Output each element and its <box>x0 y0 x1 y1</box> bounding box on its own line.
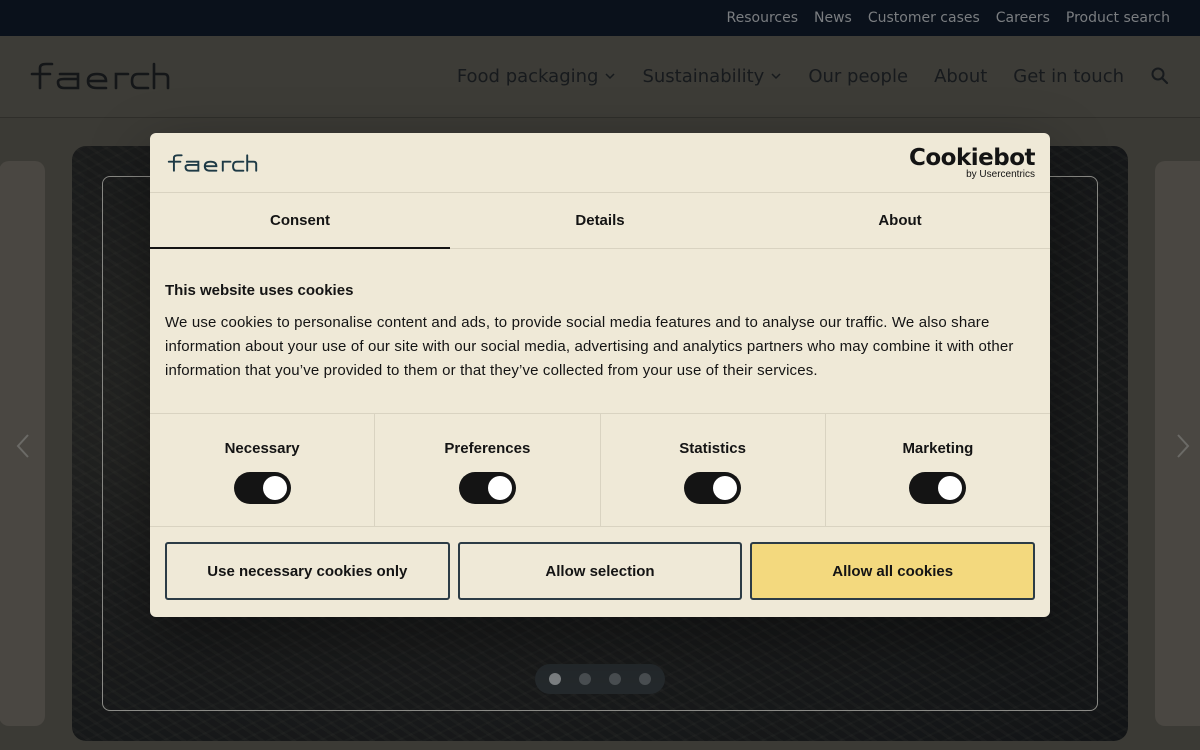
cookie-category-toggles: Necessary Preferences Statistics Marketi… <box>150 414 1050 527</box>
utility-link-customer-cases[interactable]: Customer cases <box>868 10 980 26</box>
dialog-header: Cookiebot by Usercentrics <box>150 133 1050 193</box>
cookie-consent-dialog: Cookiebot by Usercentrics Consent Detail… <box>150 133 1050 617</box>
consent-title: This website uses cookies <box>165 282 354 299</box>
use-necessary-only-button[interactable]: Use necessary cookies only <box>165 542 450 600</box>
chevron-down-icon <box>605 73 615 80</box>
cookiebot-brand[interactable]: Cookiebot by Usercentrics <box>908 145 1036 181</box>
utility-link-product-search[interactable]: Product search <box>1066 10 1170 26</box>
tab-consent[interactable]: Consent <box>150 193 450 249</box>
dialog-tabs: Consent Details About <box>150 193 1050 249</box>
carousel-dots <box>535 664 665 694</box>
statistics-toggle[interactable] <box>684 472 742 504</box>
top-utility-bar: Resources News Customer cases Careers Pr… <box>0 0 1200 36</box>
utility-link-careers[interactable]: Careers <box>996 10 1050 26</box>
toggle-necessary-group: Necessary <box>150 414 376 526</box>
utility-link-news[interactable]: News <box>814 10 852 26</box>
nav-label: Our people <box>808 65 909 87</box>
consent-body: This website uses cookies We use cookies… <box>150 249 1050 414</box>
carousel-dot-1[interactable] <box>549 673 561 685</box>
utility-link-resources[interactable]: Resources <box>727 10 799 26</box>
chevron-left-icon[interactable] <box>14 433 32 459</box>
nav-get-in-touch[interactable]: Get in touch <box>1013 66 1124 87</box>
tab-details[interactable]: Details <box>450 193 750 248</box>
toggle-knob <box>487 476 512 500</box>
toggle-knob <box>262 476 287 500</box>
nav-our-people[interactable]: Our people <box>808 66 908 87</box>
chevron-down-icon <box>771 73 781 80</box>
marketing-toggle[interactable] <box>909 472 967 504</box>
allow-all-cookies-button[interactable]: Allow all cookies <box>750 542 1036 600</box>
nav-label: Food packaging <box>456 65 599 87</box>
search-icon[interactable] <box>1150 66 1170 86</box>
nav-sustainability[interactable]: Sustainability <box>642 66 782 87</box>
site-header: Food packaging Sustainability Our people… <box>0 36 1200 118</box>
nav-about[interactable]: About <box>934 66 987 87</box>
toggle-label: Necessary <box>224 440 300 457</box>
toggle-marketing-group: Marketing <box>826 414 1050 526</box>
utility-links: Resources News Customer cases Careers Pr… <box>727 0 1171 36</box>
main-nav: Food packaging Sustainability Our people… <box>431 36 1170 116</box>
toggle-label: Marketing <box>902 440 974 457</box>
toggle-label: Preferences <box>444 440 531 457</box>
toggle-label: Statistics <box>679 440 746 457</box>
toggle-preferences-group: Preferences <box>375 414 601 526</box>
toggle-knob <box>938 476 963 500</box>
nav-label: Get in touch <box>1013 65 1124 87</box>
toggle-statistics-group: Statistics <box>601 414 826 526</box>
cookiebot-name: Cookiebot <box>908 145 1036 171</box>
consent-description: We use cookies to personalise content an… <box>165 314 1014 379</box>
carousel-dot-3[interactable] <box>609 673 621 685</box>
toggle-knob <box>713 476 738 500</box>
chevron-right-icon[interactable] <box>1174 433 1192 459</box>
tab-about[interactable]: About <box>750 193 1050 248</box>
nav-label: Sustainability <box>642 65 765 87</box>
necessary-toggle[interactable] <box>233 472 291 504</box>
nav-label: About <box>934 65 988 87</box>
faerch-logo <box>167 154 258 172</box>
nav-food-packaging[interactable]: Food packaging <box>457 66 617 87</box>
faerch-logo[interactable] <box>30 62 170 90</box>
consent-actions: Use necessary cookies only Allow selecti… <box>150 527 1050 615</box>
carousel-dot-2[interactable] <box>579 673 591 685</box>
allow-selection-button[interactable]: Allow selection <box>457 542 743 600</box>
carousel-dot-4[interactable] <box>639 673 651 685</box>
preferences-toggle[interactable] <box>458 472 516 504</box>
